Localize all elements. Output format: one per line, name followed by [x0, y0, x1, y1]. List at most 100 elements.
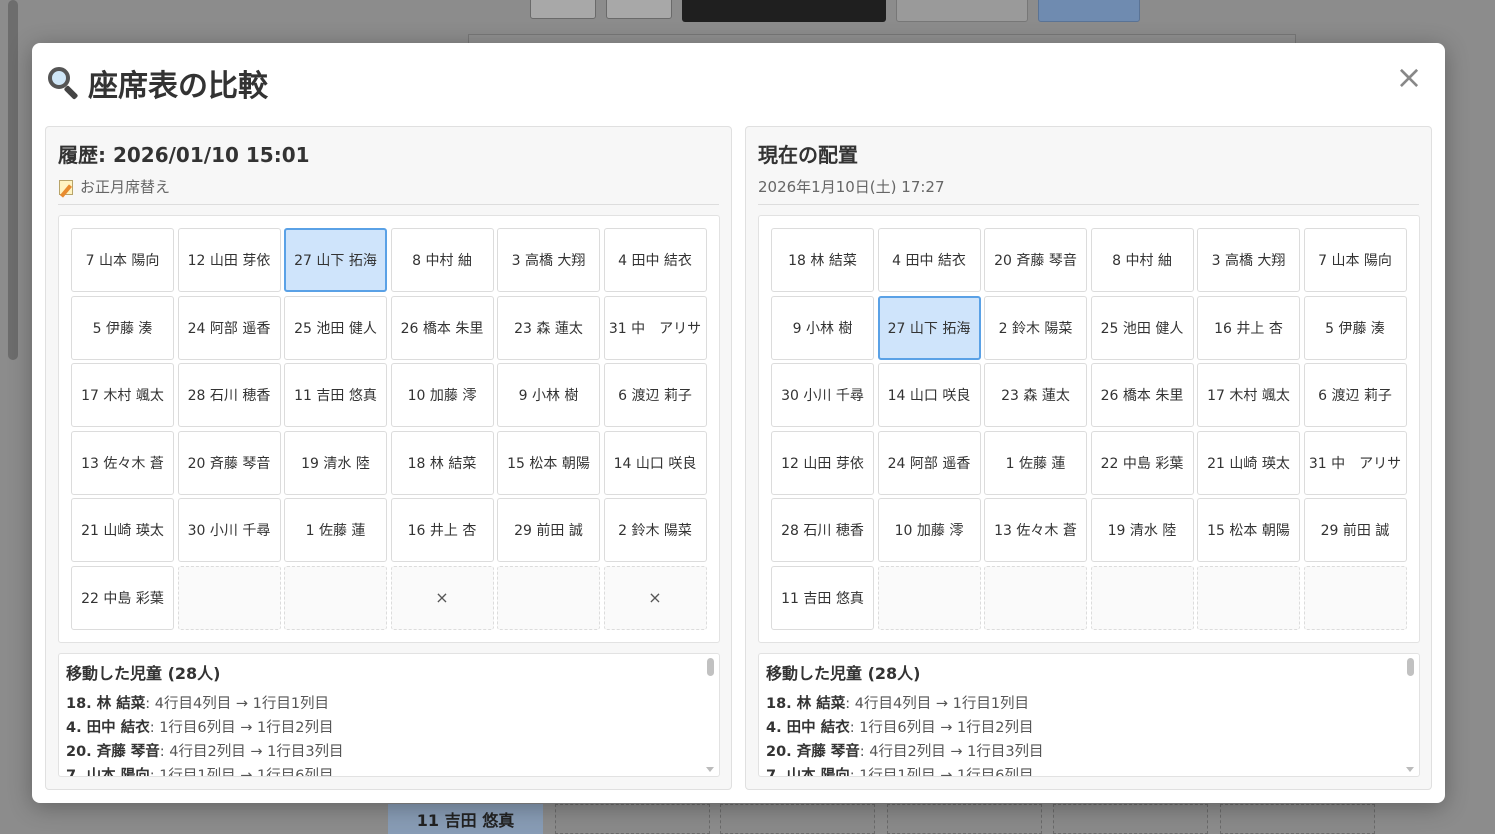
- seat-cell[interactable]: 9 小林 樹: [497, 363, 600, 427]
- seat-blocked[interactable]: ×: [390, 565, 494, 630]
- scrollbar[interactable]: [705, 656, 717, 774]
- seat-cell[interactable]: 12 山田 芽依: [177, 228, 281, 292]
- seat-cell[interactable]: 16 井上 杏: [1197, 295, 1300, 360]
- seat-cell[interactable]: 21 山崎 瑛太: [71, 498, 174, 562]
- seat-cell[interactable]: 14 山口 咲良: [877, 363, 981, 427]
- history-memo-text: お正月席替え: [80, 178, 171, 196]
- seat-cell[interactable]: 2 鈴木 陽菜: [984, 295, 1087, 360]
- background-seat-cell: [1220, 804, 1375, 834]
- moved-item-name: 18. 林 結菜: [766, 696, 846, 712]
- seat-cell[interactable]: 16 井上 杏: [390, 498, 494, 562]
- seat-cell[interactable]: 15 松本 朝陽: [497, 430, 600, 495]
- history-subtitle: お正月席替え: [58, 176, 719, 198]
- seat-cell[interactable]: 26 橋本 朱里: [1090, 363, 1194, 427]
- current-moved-list-box[interactable]: 移動した児童 (28人) 18. 林 結菜: 4行目4列目 → 1行目1列目 4.…: [758, 653, 1420, 777]
- seat-empty[interactable]: [497, 565, 600, 630]
- background-print-button: [1038, 0, 1140, 22]
- seat-cell[interactable]: 6 渡辺 莉子: [1303, 363, 1407, 427]
- scrollbar[interactable]: [1405, 656, 1417, 774]
- seat-cell[interactable]: 14 山口 咲良: [603, 430, 707, 495]
- seat-cell[interactable]: 28 石川 穂香: [177, 363, 281, 427]
- seat-cell[interactable]: 19 清水 陸: [1090, 498, 1194, 562]
- seat-empty[interactable]: [284, 565, 387, 630]
- seat-empty[interactable]: [177, 565, 281, 630]
- seat-blocked[interactable]: ×: [603, 565, 707, 630]
- seat-cell[interactable]: 4 田中 結衣: [877, 228, 981, 292]
- modal-title: 座席表の比較: [46, 61, 268, 105]
- seat-cell[interactable]: 1 佐藤 蓮: [284, 498, 387, 562]
- seat-cell[interactable]: 25 池田 健人: [1090, 295, 1194, 360]
- seat-cell[interactable]: 17 木村 颯太: [71, 363, 174, 427]
- seat-cell[interactable]: 17 木村 颯太: [1197, 363, 1300, 427]
- seat-empty[interactable]: [1197, 565, 1300, 630]
- moved-title: 移動した児童 (28人): [766, 664, 921, 683]
- moved-item-name: 20. 斉藤 琴音: [66, 744, 160, 760]
- modal-title-text: 座席表の比較: [88, 69, 268, 104]
- seat-cell[interactable]: 3 高橋 大翔: [497, 228, 600, 292]
- seat-cell[interactable]: 13 佐々木 蒼: [71, 430, 174, 495]
- seat-cell[interactable]: 18 林 結菜: [390, 430, 494, 495]
- background-seat-cell: [1053, 804, 1208, 834]
- seat-cell[interactable]: 12 山田 芽依: [771, 430, 874, 495]
- seat-cell[interactable]: 29 前田 誠: [1303, 498, 1407, 562]
- seat-cell[interactable]: 8 中村 紬: [390, 228, 494, 292]
- background-toolbar: [530, 0, 1140, 22]
- seat-empty[interactable]: [984, 565, 1087, 630]
- seat-cell[interactable]: 27 山下 拓海: [877, 295, 981, 360]
- seat-cell[interactable]: 22 中島 彩葉: [71, 565, 174, 630]
- seat-cell[interactable]: 31 中 アリサ: [603, 295, 707, 360]
- seat-cell[interactable]: 30 小川 千尋: [177, 498, 281, 562]
- seat-cell[interactable]: 21 山崎 瑛太: [1197, 430, 1300, 495]
- moved-list: 18. 林 結菜: 4行目4列目 → 1行目1列目 4. 田中 結衣: 1行目6列…: [766, 692, 1399, 777]
- seat-cell[interactable]: 28 石川 穂香: [771, 498, 874, 562]
- seat-cell[interactable]: 24 阿部 遥香: [177, 295, 281, 360]
- current-title: 現在の配置: [758, 143, 858, 167]
- history-seat-grid: 7 山本 陽向 12 山田 芽依 27 山下 拓海 8 中村 紬3 高橋 大翔 4 田中…: [71, 228, 707, 630]
- seat-cell[interactable]: 24 阿部 遥香: [877, 430, 981, 495]
- seat-cell[interactable]: 20 斉藤 琴音: [984, 228, 1087, 292]
- seat-cell[interactable]: 11 吉田 悠真: [771, 565, 874, 630]
- seat-cell[interactable]: 9 小林 樹: [771, 295, 874, 360]
- seat-empty[interactable]: [1090, 565, 1194, 630]
- seat-cell[interactable]: 6 渡辺 莉子: [603, 363, 707, 427]
- moved-item-detail: : 4行目2列目 → 1行目3列目: [859, 744, 1044, 760]
- seat-cell[interactable]: 5 伊藤 湊: [1303, 295, 1407, 360]
- seat-empty[interactable]: [877, 565, 981, 630]
- background-scrollbar: [8, 0, 18, 360]
- seat-empty[interactable]: [1303, 565, 1407, 630]
- seat-cell[interactable]: 2 鈴木 陽菜: [603, 498, 707, 562]
- history-seat-grid-box: 7 山本 陽向 12 山田 芽依 27 山下 拓海 8 中村 紬3 高橋 大翔 4 田中…: [58, 215, 720, 643]
- seat-cell[interactable]: 8 中村 紬: [1090, 228, 1194, 292]
- seat-cell[interactable]: 26 橋本 朱里: [390, 295, 494, 360]
- seat-cell[interactable]: 7 山本 陽向: [71, 228, 174, 292]
- seat-cell[interactable]: 1 佐藤 蓮: [984, 430, 1087, 495]
- seat-cell[interactable]: 22 中島 彩葉: [1090, 430, 1194, 495]
- seat-cell[interactable]: 27 山下 拓海: [284, 228, 387, 292]
- seat-cell[interactable]: 4 田中 結衣: [603, 228, 707, 292]
- seat-cell[interactable]: 10 加藤 澪: [877, 498, 981, 562]
- moved-item-name: 7. 山本 陽向: [766, 768, 850, 777]
- seat-cell[interactable]: 23 森 蓮太: [497, 295, 600, 360]
- seat-cell[interactable]: 11 吉田 悠真: [284, 363, 387, 427]
- moved-title: 移動した児童 (28人): [66, 664, 221, 683]
- seat-cell[interactable]: 13 佐々木 蒼: [984, 498, 1087, 562]
- seat-cell[interactable]: 7 山本 陽向: [1303, 228, 1407, 292]
- seat-cell[interactable]: 31 中 アリサ: [1303, 430, 1407, 495]
- seat-cell[interactable]: 5 伊藤 湊: [71, 295, 174, 360]
- current-panel: 現在の配置 2026年1月10日(土) 17:27 18 林 結菜 4 田中 結衣…: [745, 126, 1432, 790]
- seat-cell[interactable]: 29 前田 誠: [497, 498, 600, 562]
- history-moved-list-box[interactable]: 移動した児童 (28人) 18. 林 結菜: 4行目4列目 → 1行目1列目 4.…: [58, 653, 720, 777]
- seat-cell[interactable]: 18 林 結菜: [771, 228, 874, 292]
- seat-cell[interactable]: 25 池田 健人: [284, 295, 387, 360]
- seat-cell[interactable]: 3 高橋 大翔: [1197, 228, 1300, 292]
- moved-item-detail: : 4行目2列目 → 1行目3列目: [159, 744, 344, 760]
- background-undo-button: [896, 0, 1028, 22]
- moved-item: 20. 斉藤 琴音: 4行目2列目 → 1行目3列目: [766, 740, 1399, 764]
- close-button[interactable]: ×: [1393, 61, 1425, 93]
- seat-cell[interactable]: 20 斉藤 琴音: [177, 430, 281, 495]
- seat-cell[interactable]: 30 小川 千尋: [771, 363, 874, 427]
- seat-cell[interactable]: 23 森 蓮太: [984, 363, 1087, 427]
- seat-cell[interactable]: 10 加藤 澪: [390, 363, 494, 427]
- seat-cell[interactable]: 15 松本 朝陽: [1197, 498, 1300, 562]
- seat-cell[interactable]: 19 清水 陸: [284, 430, 387, 495]
